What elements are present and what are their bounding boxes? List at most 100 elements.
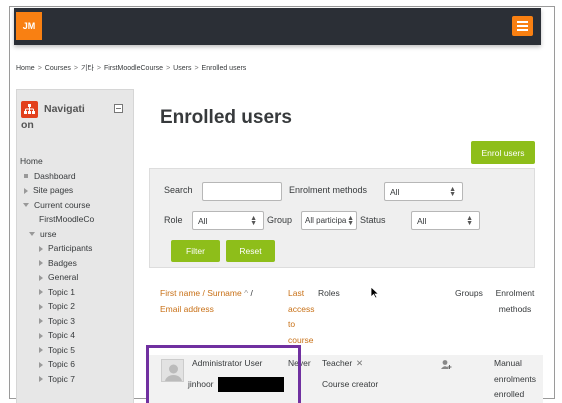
nav-item-topic-2[interactable]: Topic 2: [20, 299, 132, 314]
reset-button[interactable]: Reset: [226, 240, 275, 262]
select-value: All participa: [305, 216, 347, 225]
breadcrumb-category[interactable]: 기타: [81, 65, 94, 72]
nav-item-site-pages[interactable]: Site pages: [20, 183, 132, 198]
header-text: course: [288, 334, 314, 345]
nav-item-badges[interactable]: Badges: [20, 256, 132, 271]
status-label: Status: [360, 215, 386, 225]
expand-arrow-icon: [39, 274, 43, 281]
select-value: All: [390, 186, 400, 197]
nav-item-general[interactable]: General: [20, 270, 132, 285]
expand-arrow-icon: [39, 361, 43, 368]
nav-item-label: Topic 4: [48, 330, 75, 340]
remove-role-icon[interactable]: ✕: [356, 356, 363, 371]
nav-item-label: Topic 7: [48, 373, 75, 384]
breadcrumb-home[interactable]: Home: [16, 65, 35, 72]
role-select[interactable]: All ▲ ▼: [192, 211, 264, 230]
collapse-block-icon[interactable]: [114, 104, 123, 113]
sitemap-icon: [21, 101, 38, 118]
select-value: All: [417, 215, 427, 226]
group-label: Group: [267, 215, 293, 225]
group-select[interactable]: All participa ▲ ▼: [301, 211, 357, 230]
nav-item-label: urse: [40, 228, 57, 239]
nav-item-label: General: [48, 272, 79, 282]
navigation-block-title-wrap: on: [21, 119, 34, 131]
select-caret-icon: ▲ ▼: [347, 215, 354, 227]
header-text: to: [288, 319, 296, 329]
highlight-box: [146, 345, 301, 403]
add-to-group-icon[interactable]: [440, 359, 452, 371]
nav-item-label: Topic 3: [48, 315, 75, 326]
column-header-groups: Groups: [455, 288, 483, 298]
nav-item-label: Topic 1: [48, 286, 75, 297]
nav-item-label: Current course: [34, 199, 91, 210]
column-header-separator: /: [250, 288, 253, 298]
nav-item-label: Home: [20, 156, 43, 166]
column-header-name: First name / Surname ^ / Email address: [160, 286, 290, 317]
status-select[interactable]: All ▲ ▼: [411, 211, 480, 230]
filter-button[interactable]: Filter: [171, 240, 220, 262]
nav-item-course-wrap[interactable]: urse: [20, 227, 132, 242]
select-value: All: [198, 215, 208, 226]
nav-item-label: FirstMoodleCo: [39, 214, 95, 224]
nav-item-home[interactable]: Home: [20, 154, 132, 169]
select-caret-icon: ▲ ▼: [466, 215, 473, 227]
nav-item-topic-5[interactable]: Topic 5: [20, 343, 132, 358]
nav-item-participants[interactable]: Participants: [20, 241, 132, 256]
sort-name-link[interactable]: First name / Surname: [160, 288, 242, 298]
navigation-block-title: Navigati: [44, 103, 85, 115]
nav-item-current-course[interactable]: Current course: [20, 198, 132, 213]
search-input[interactable]: [202, 182, 282, 201]
breadcrumb-enrolled-users: Enrolled users: [201, 65, 247, 72]
navigation-block: Navigati on Home Dashboard Site pages Cu…: [16, 89, 134, 403]
search-label: Search: [164, 185, 193, 195]
sort-asc-icon: ^: [244, 288, 249, 298]
nav-item-topic-3[interactable]: Topic 3: [20, 314, 132, 329]
enrolment-text: enrolments: [494, 373, 537, 384]
nav-item-topic-1[interactable]: Topic 1: [20, 285, 132, 300]
expand-arrow-icon: [39, 332, 43, 339]
nav-item-topic-4[interactable]: Topic 4: [20, 328, 132, 343]
breadcrumb-separator: >: [194, 65, 199, 72]
expand-arrow-icon: [39, 245, 43, 252]
nav-item-topic-7[interactable]: Topic 7: [20, 372, 132, 387]
header-text: Enrolment: [495, 288, 535, 298]
enrolment-methods-label: Enrolment methods: [289, 185, 368, 195]
enrol-users-button[interactable]: Enrol users: [471, 141, 535, 164]
role-label: Role: [164, 215, 183, 225]
nav-item-label: Badges: [48, 257, 77, 268]
site-logo[interactable]: JM: [16, 12, 42, 40]
nav-item-course[interactable]: FirstMoodleCo: [20, 212, 132, 227]
role-teacher: Teacher: [322, 358, 353, 368]
breadcrumb-courses[interactable]: Courses: [45, 65, 71, 72]
nav-item-topic-6[interactable]: Topic 6: [20, 357, 132, 372]
expand-arrow-icon: [39, 376, 43, 383]
enrolment-methods-select[interactable]: All ▲ ▼: [384, 182, 463, 201]
breadcrumb-users[interactable]: Users: [173, 65, 191, 72]
breadcrumb-separator: >: [37, 65, 42, 72]
hamburger-menu-icon[interactable]: [512, 16, 533, 36]
header-text: methods: [498, 303, 532, 314]
expand-arrow-icon: [39, 318, 43, 325]
nav-item-label: Site pages: [33, 185, 74, 195]
breadcrumb-course[interactable]: FirstMoodleCourse: [104, 65, 163, 72]
select-caret-icon: ▲ ▼: [250, 215, 257, 227]
column-header-enrolment-methods: Enrolment methods: [488, 286, 542, 317]
breadcrumb-separator: >: [166, 65, 171, 72]
enrolment-text: enrolled: [494, 389, 525, 399]
nav-item-dashboard[interactable]: Dashboard: [20, 169, 132, 184]
bullet-icon: [24, 174, 28, 179]
header-text: access: [288, 303, 315, 314]
nav-item-label: Topic 5: [48, 344, 75, 355]
expand-arrow-icon: [39, 347, 43, 354]
sort-email-link[interactable]: Email address: [160, 304, 214, 314]
breadcrumb-separator: >: [73, 65, 78, 72]
enrolment-method: Manual enrolments enrolled: [494, 356, 536, 403]
breadcrumb: Home > Courses > 기타 > FirstMoodleCourse > Users >…: [16, 63, 246, 73]
expand-arrow-icon: [39, 303, 43, 310]
nav-item-label: Dashboard: [34, 170, 76, 181]
role-course-creator: Course creator: [322, 379, 379, 389]
nav-item-label: Topic 6: [48, 359, 75, 369]
column-header-roles: Roles: [318, 288, 340, 298]
collapse-arrow-icon: [23, 203, 29, 208]
expand-arrow-icon: [39, 260, 43, 267]
